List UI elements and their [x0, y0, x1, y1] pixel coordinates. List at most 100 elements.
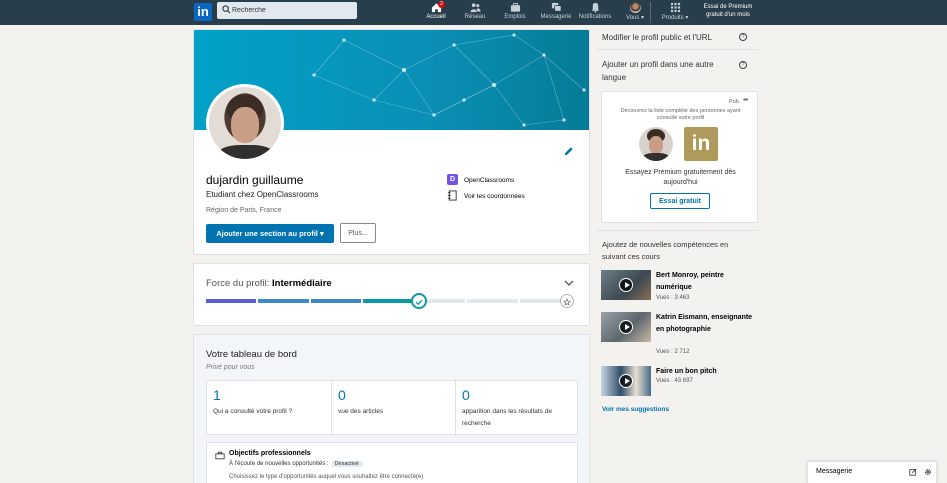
help-icon[interactable]: ? — [739, 33, 747, 41]
courses-title: Ajoutez de nouvelles compétences en suiv… — [602, 240, 729, 261]
profile-name: dujardin guillaume — [206, 173, 304, 187]
stat-number: 1 — [213, 387, 221, 403]
strength-title: Force du profil: Intermédiaire — [206, 278, 332, 289]
course-title: Faire un bon pitch — [656, 368, 717, 375]
check-icon — [411, 293, 427, 309]
messaging-bar[interactable]: Messagerie — [807, 461, 937, 483]
see-suggestions-link[interactable]: Voir mes suggestions — [602, 406, 669, 413]
compose-icon[interactable] — [909, 468, 917, 476]
ad-cta-text: Essayez Premium gratuitement dès aujourd… — [625, 169, 736, 186]
nav-label: Réseau — [464, 14, 486, 20]
dashboard-title: Votre tableau de bord — [206, 349, 297, 360]
course-item[interactable]: Faire un bon pitch Vues : 43 697 — [601, 366, 761, 402]
course-thumbnail — [601, 312, 651, 342]
ad-label: Pub — [729, 99, 739, 105]
nav-products[interactable]: Produits ▾ — [659, 1, 691, 24]
network-icon — [469, 3, 481, 13]
nav-home[interactable]: 2 Accueil — [422, 1, 450, 24]
course-item[interactable]: Bert Monroy, peintre numérique Vues : 3 … — [601, 270, 761, 306]
search-icon — [222, 5, 231, 14]
add-section-button[interactable]: Ajouter une section au profil ▾ — [206, 224, 334, 243]
search-input[interactable] — [232, 3, 352, 18]
stat-number: 0 — [338, 387, 346, 403]
notification-badge: 2 — [438, 1, 445, 8]
dashboard-card: Votre tableau de bord Privé pour vous 1 … — [193, 334, 590, 483]
profile-photo[interactable] — [206, 84, 284, 162]
course-title: Katrin Eismann, enseignante en photograp… — [656, 314, 753, 333]
profile-card: dujardin guillaume Etudiant chez OpenCla… — [193, 29, 590, 255]
edit-public-profile-link[interactable]: Modifier le profil public et l'URL — [602, 31, 712, 44]
dashboard-subtitle: Privé pour vous — [206, 364, 255, 371]
play-icon — [619, 320, 633, 334]
nav-notifications[interactable]: Notifications — [578, 1, 612, 24]
strength-segment — [258, 299, 309, 303]
profile-location: Région de Paris, France — [206, 207, 282, 214]
stat-search-appearances[interactable]: 0 apparition dans les résultats de reche… — [455, 381, 579, 436]
help-icon[interactable]: ? — [739, 61, 747, 69]
gear-icon[interactable] — [924, 468, 932, 476]
strength-segment — [310, 299, 361, 303]
premium-ad-card: Pub ••• Découvrez la liste complète des … — [601, 91, 758, 223]
ad-user-photo — [639, 127, 673, 161]
chevron-down-icon[interactable] — [564, 279, 574, 287]
contact-label: Voir les coordonnées — [464, 193, 525, 200]
premium-trial-link[interactable]: Essai de Premium gratuit d'un mois — [698, 3, 758, 19]
linkedin-premium-logo: in — [684, 127, 718, 161]
status-badge: Désactivé — [331, 461, 362, 467]
strength-level: Intermédiaire — [272, 278, 332, 289]
contact-card-icon — [447, 190, 457, 201]
nav-label: Emplois — [504, 14, 526, 20]
play-icon — [619, 278, 633, 292]
pencil-icon[interactable] — [563, 146, 574, 157]
course-views: Vues : 43 697 — [656, 378, 693, 384]
goals-title: Objectifs professionnels — [229, 450, 311, 457]
nav-label-me: Vous ▾ — [625, 15, 645, 21]
star-icon — [560, 294, 574, 308]
nav-network[interactable]: Réseau — [462, 1, 488, 24]
more-button[interactable]: Plus... — [340, 223, 376, 243]
top-nav: in 2 Accueil Réseau Emplois Messagerie N… — [0, 0, 947, 25]
nav-jobs[interactable]: Emplois — [502, 1, 528, 24]
divider — [596, 230, 758, 231]
strength-segment — [467, 299, 518, 303]
course-views: Vues : 3 463 — [656, 295, 690, 301]
more-options-icon[interactable]: ••• — [743, 97, 748, 104]
messaging-icon — [551, 2, 561, 12]
career-goals-panel[interactable]: Objectifs professionnels À l'écoute de n… — [206, 442, 578, 483]
avatar — [629, 2, 641, 13]
linkedin-logo[interactable]: in — [194, 3, 212, 21]
nav-label: Messagerie — [540, 14, 572, 20]
stat-label: Qui a consulté votre profil ? — [213, 408, 293, 415]
contact-info-link[interactable]: Voir les coordonnées — [447, 190, 525, 201]
nav-label-products: Produits ▾ — [661, 15, 689, 21]
profile-headline: Etudiant chez OpenClassrooms — [206, 190, 319, 199]
play-icon — [619, 374, 633, 388]
course-item[interactable]: Katrin Eismann, enseignante en photograp… — [601, 312, 761, 355]
nav-divider — [650, 2, 651, 23]
nav-messaging[interactable]: Messagerie — [539, 1, 573, 24]
search-box[interactable] — [217, 2, 357, 19]
free-trial-button[interactable]: Essai gratuit — [650, 193, 710, 209]
course-views: Vues : 2 712 — [656, 349, 690, 355]
strength-segment — [206, 299, 257, 303]
nav-me[interactable]: Vous ▾ — [621, 1, 649, 24]
profile-strength-card: Force du profil: Intermédiaire — [193, 263, 590, 326]
bell-icon — [591, 2, 599, 13]
openclassrooms-logo: D — [447, 174, 458, 185]
strength-meter — [206, 299, 570, 303]
ad-text: Découvrez la liste complète des personne… — [620, 108, 741, 121]
nav-label: Notifications — [578, 14, 612, 20]
briefcase-icon — [510, 2, 520, 12]
strength-segment — [362, 299, 414, 303]
course-thumbnail — [601, 270, 651, 300]
company-name: OpenClassrooms — [464, 177, 515, 184]
goals-hint: Choisissez le type d'opportunités auquel… — [229, 474, 424, 480]
company-link[interactable]: D OpenClassrooms — [447, 174, 515, 185]
course-title: Bert Monroy, peintre numérique — [656, 272, 724, 291]
course-thumbnail — [601, 366, 651, 396]
stat-profile-views[interactable]: 1 Qui a consulté votre profil ? — [207, 381, 331, 436]
add-language-profile-link[interactable]: Ajouter un profil dans une autre langue — [602, 58, 732, 84]
briefcase-icon — [215, 451, 225, 460]
stat-label: apparition dans les résultats de recherc… — [462, 408, 552, 427]
stat-article-views[interactable]: 0 vue des articles — [331, 381, 455, 436]
